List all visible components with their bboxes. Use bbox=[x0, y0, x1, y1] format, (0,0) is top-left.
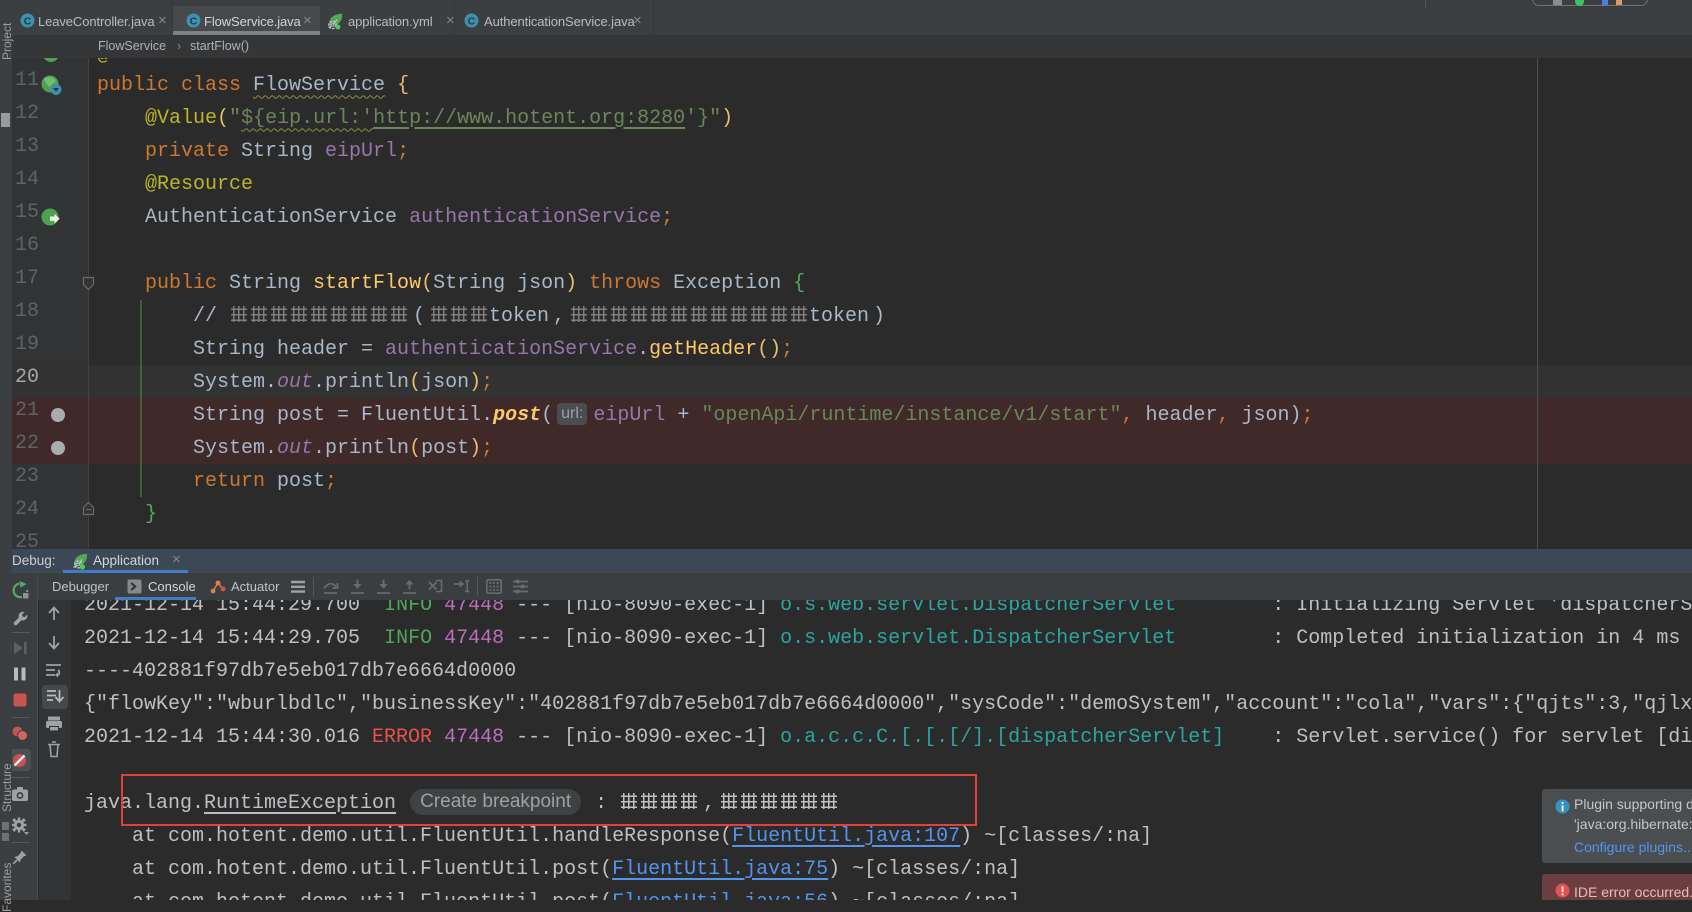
svg-text:C: C bbox=[468, 16, 476, 28]
svg-text:C: C bbox=[190, 16, 198, 28]
svg-text:C: C bbox=[24, 16, 32, 28]
